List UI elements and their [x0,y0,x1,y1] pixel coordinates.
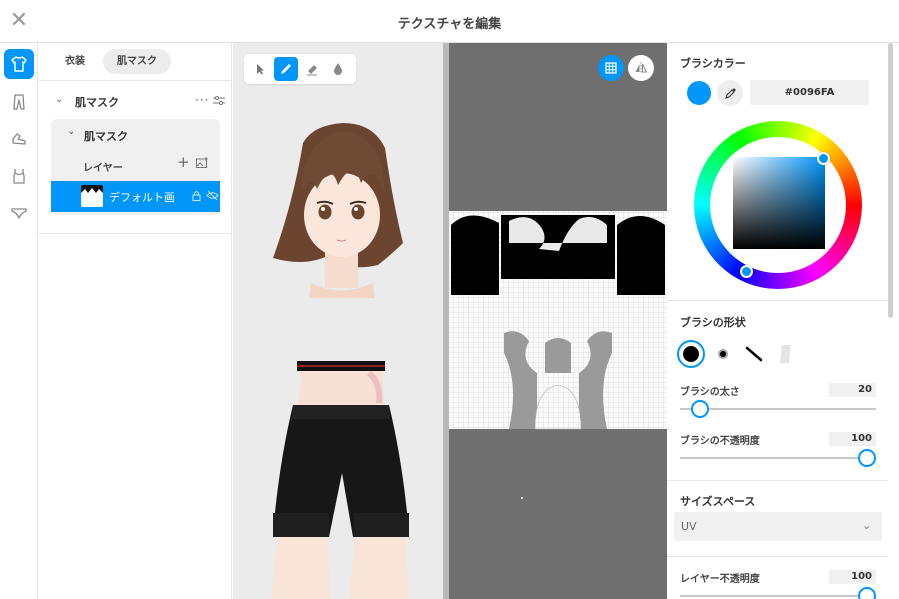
eyedropper-button[interactable] [717,80,743,106]
shirt-icon [11,56,27,72]
size-space-value: UV [681,520,697,533]
line-brush-icon [745,346,763,362]
uv-map [449,211,667,499]
section-divider [667,300,888,301]
mirror-icon [635,62,648,74]
brush-size-track[interactable] [680,408,876,410]
tank-top-icon [13,169,25,184]
texture-brush-icon [780,345,791,363]
tab-costume[interactable]: 衣装 [51,49,99,74]
size-space-title: サイズスペース [680,495,756,508]
eyedropper-icon [724,87,736,99]
brush-opacity-track[interactable] [680,457,876,459]
tool-eraser[interactable] [300,57,324,81]
underwear-icon [11,208,27,219]
brush-opacity-label: ブラシの不透明度 [680,436,760,447]
chevron-down-icon[interactable]: ⌄ [67,126,75,137]
category-pants[interactable] [4,87,34,117]
tool-pen[interactable] [274,57,298,81]
brush-texture[interactable] [772,340,800,368]
tabs-divider [39,80,232,81]
layer-group-skin-mask[interactable]: ⌄ 肌マスク ··· [39,92,232,110]
size-space-select[interactable]: UV ⌄ [674,512,882,541]
current-color-swatch[interactable] [687,81,711,105]
dropper-fill-icon [334,63,342,75]
window-title: テクスチャを編集 [397,17,502,32]
layer-opacity-value[interactable]: 100 [829,570,876,584]
chevron-down-icon: ⌄ [862,519,872,532]
chevron-down-icon[interactable]: ⌄ [55,94,63,105]
settings-sliders-icon[interactable] [213,95,225,106]
panel-scrollbar[interactable] [888,43,893,318]
brush-size-label: ブラシの太さ [680,387,740,398]
saturation-value-square[interactable] [733,157,825,249]
round-hard-icon [683,346,699,362]
hex-color-field[interactable]: #0096FA [750,80,869,105]
subgroup-label: 肌マスク [84,130,128,143]
tab-skin-mask[interactable]: 肌マスク [103,49,171,74]
category-underwear[interactable] [4,198,34,228]
round-soft-icon [718,349,728,359]
brush-settings-panel: ブラシカラー #0096FA ブラシの形状 ブラシの太さ 20 ブラシの不透明度… [667,43,899,599]
layer-tabs: 衣装 肌マスク [51,49,171,75]
visibility-off-icon[interactable] [206,190,219,201]
layer-opacity-label: レイヤー不透明度 [680,574,760,585]
layer-row-default[interactable]: デフォルト画 [51,181,220,212]
brush-round-hard[interactable] [677,340,705,368]
tool-palette [244,54,356,84]
select-arrow-icon [257,64,264,75]
tool-select[interactable] [248,57,272,81]
layer-thumbnail [81,185,103,207]
uv-texture-view[interactable] [449,43,667,599]
brush-opacity-slider-thumb[interactable] [858,449,876,467]
add-image-icon[interactable] [196,157,209,168]
layers-panel: 衣装 肌マスク ⌄ 肌マスク ··· ⌄ 肌マスク レイヤー + デフォルト画 [39,43,232,599]
hue-handle[interactable] [740,265,753,278]
brush-line[interactable] [740,340,768,368]
brush-color-title: ブラシカラー [680,57,746,70]
brush-opacity-value[interactable]: 100 [829,432,876,446]
model-viewport[interactable] [233,43,443,599]
lock-icon[interactable] [192,190,201,201]
brush-round-soft[interactable] [709,340,737,368]
avatar-model [271,123,409,599]
more-options-icon[interactable]: ··· [195,93,209,107]
layer-row-actions [192,190,219,201]
add-layer-button[interactable]: + [177,153,190,171]
section-divider [667,556,888,557]
toggle-grid-button[interactable] [598,55,624,81]
group-label: 肌マスク [75,96,119,109]
shoe-icon [12,133,26,145]
brush-size-value[interactable]: 20 [829,383,876,397]
layer-opacity-track[interactable] [680,595,876,597]
title-bar: ✕ テクスチャを編集 [0,0,899,43]
layer-opacity-slider-thumb[interactable] [858,587,876,599]
brush-shape-title: ブラシの形状 [680,316,746,329]
tool-fill[interactable] [326,57,350,81]
category-tank-top[interactable] [4,161,34,191]
toggle-mirror-button[interactable] [628,55,654,81]
grid-icon [605,62,617,74]
sv-handle[interactable] [817,152,830,165]
eraser-icon [307,65,317,76]
layers-divider [39,233,232,234]
category-sidebar [0,43,38,599]
brush-size-slider-thumb[interactable] [691,400,709,418]
section-divider [667,480,888,481]
pen-icon [281,64,291,74]
layer-name: デフォルト画 [109,191,175,204]
category-shirt[interactable] [4,49,34,79]
pants-icon [13,94,25,110]
layer-header-label: レイヤー [83,163,123,174]
category-shoes[interactable] [4,124,34,154]
